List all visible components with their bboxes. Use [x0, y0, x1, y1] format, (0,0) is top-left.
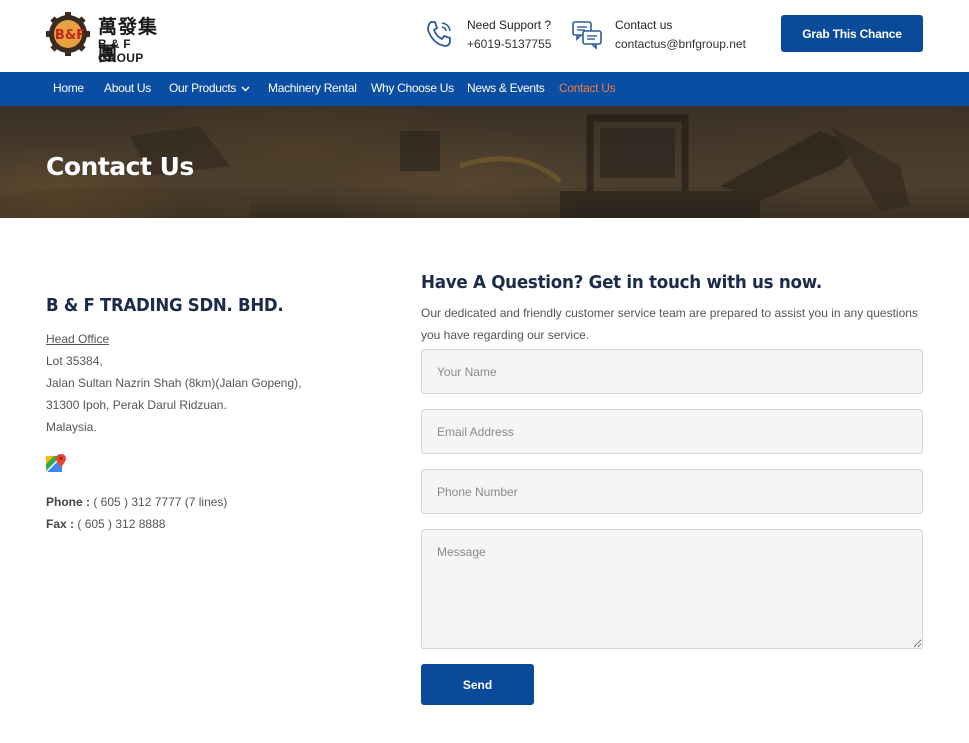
page-title: Contact Us — [46, 152, 194, 181]
gear-logo-icon: B&F — [46, 12, 90, 56]
site-header: B&F 萬發集團 B & F GROUP Need Support ? +601… — [0, 0, 969, 72]
address-line-2: Jalan Sultan Nazrin Shah (8km)(Jalan Gop… — [46, 376, 302, 390]
support-phone[interactable]: +6019-5137755 — [467, 37, 551, 51]
contact-form-title: Have A Question? Get in touch with us no… — [421, 272, 822, 293]
nav-item-machinery-rental[interactable]: Machinery Rental — [268, 72, 357, 106]
nav-item-news-events[interactable]: News & Events — [467, 72, 545, 106]
send-button[interactable]: Send — [421, 664, 534, 705]
nav-item-why-choose-us[interactable]: Why Choose Us — [371, 72, 454, 106]
message-field[interactable] — [421, 529, 923, 649]
phone-value[interactable]: ( 605 ) 312 7777 (7 lines) — [93, 495, 227, 509]
brand-name-english: B & F GROUP — [98, 37, 144, 65]
address-line-3: 31300 Ipoh, Perak Darul Ridzuan. — [46, 398, 227, 412]
phone-field[interactable] — [421, 469, 923, 514]
brand-logo[interactable]: B&F 萬發集團 B & F GROUP — [46, 12, 176, 65]
phone-info: Phone : ( 605 ) 312 7777 (7 lines) — [46, 495, 227, 509]
email-field[interactable] — [421, 409, 923, 454]
page-banner: Contact Us — [0, 106, 969, 218]
nav-item-our-products-label: Our Products — [169, 81, 237, 95]
address-line-1: Lot 35384, — [46, 354, 103, 368]
address-line-4: Malaysia. — [46, 420, 97, 434]
nav-item-our-products[interactable]: Our Products — [169, 72, 250, 106]
fax-info: Fax : ( 605 ) 312 8888 — [46, 517, 165, 531]
phone-label: Phone : — [46, 495, 90, 509]
name-field[interactable] — [421, 349, 923, 394]
logo-badge-text: B&F — [55, 28, 85, 43]
support-label: Need Support ? — [467, 18, 552, 32]
main-nav: Home About Us Our Products Machinery Ren… — [0, 72, 969, 106]
nav-item-home[interactable]: Home — [53, 72, 84, 106]
phone-icon — [427, 21, 451, 47]
contact-form-description: Our dedicated and friendly customer serv… — [421, 306, 918, 342]
grab-this-chance-button[interactable]: Grab This Chance — [781, 15, 923, 52]
chat-icon — [572, 21, 602, 50]
contact-email[interactable]: contactus@bnfgroup.net — [615, 37, 746, 51]
fax-label: Fax : — [46, 517, 75, 531]
nav-item-about-us[interactable]: About Us — [104, 72, 151, 106]
company-name: B & F TRADING SDN. BHD. — [46, 295, 284, 316]
fax-value: ( 605 ) 312 8888 — [77, 517, 166, 531]
google-maps-icon[interactable] — [46, 453, 68, 475]
head-office-link[interactable]: Head Office — [46, 332, 109, 346]
contact-label: Contact us — [615, 18, 673, 32]
nav-item-contact-us[interactable]: Contact Us — [559, 72, 616, 106]
chevron-down-icon — [241, 86, 250, 92]
